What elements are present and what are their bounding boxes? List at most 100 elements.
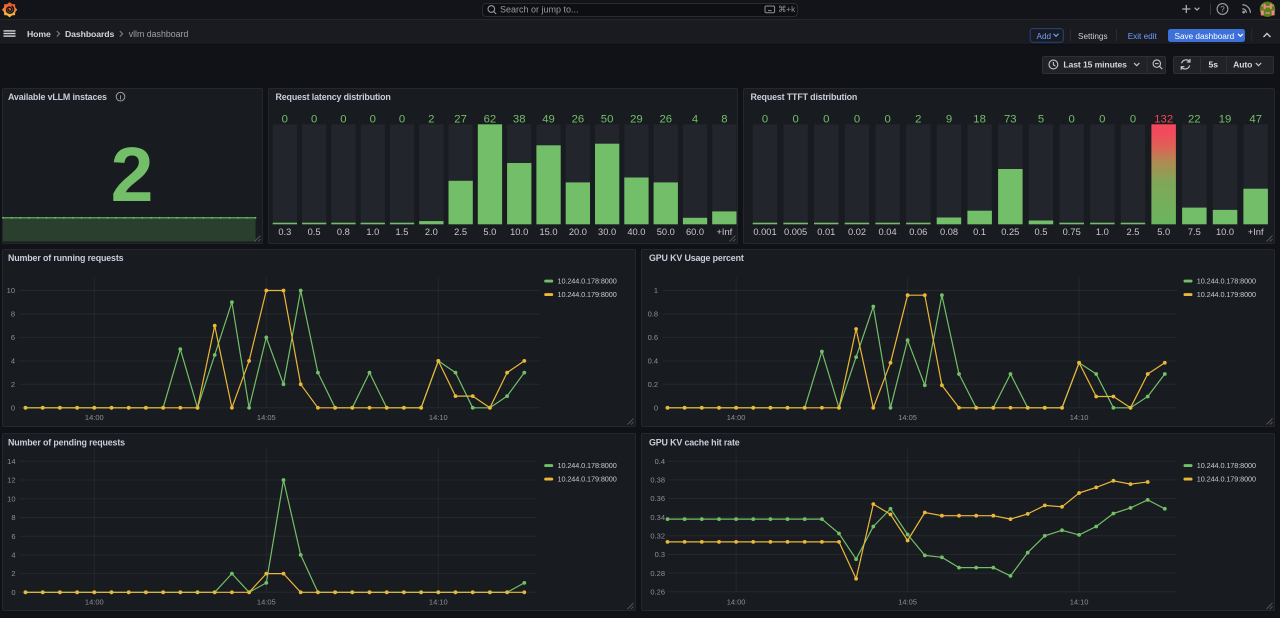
svg-text:47: 47 [1249, 114, 1262, 126]
svg-text:2.5: 2.5 [454, 227, 467, 237]
svg-text:Exit edit: Exit edit [1128, 32, 1158, 41]
svg-text:0.75: 0.75 [1063, 227, 1081, 237]
svg-text:19: 19 [1219, 114, 1232, 126]
svg-text:26: 26 [660, 114, 673, 126]
svg-text:Settings: Settings [1078, 32, 1108, 41]
svg-text:5s: 5s [1209, 60, 1219, 70]
svg-text:14:05: 14:05 [257, 413, 276, 422]
svg-text:8: 8 [11, 513, 15, 522]
svg-text:10.244.0.179:8000: 10.244.0.179:8000 [558, 475, 617, 484]
svg-text:0.001: 0.001 [753, 227, 776, 237]
svg-text:0.06: 0.06 [909, 227, 927, 237]
svg-text:10.244.0.178:8000: 10.244.0.178:8000 [1197, 277, 1256, 286]
svg-text:10: 10 [7, 494, 15, 503]
svg-text:62: 62 [484, 114, 497, 126]
svg-text:0: 0 [1069, 114, 1075, 126]
svg-text:Auto: Auto [1233, 60, 1252, 70]
svg-text:10.244.0.178:8000: 10.244.0.178:8000 [1197, 461, 1256, 470]
svg-text:14:00: 14:00 [727, 597, 746, 606]
svg-text:0.1: 0.1 [973, 227, 986, 237]
svg-text:0.3: 0.3 [278, 227, 291, 237]
svg-text:0.6: 0.6 [648, 333, 658, 342]
svg-text:0.2: 0.2 [648, 380, 658, 389]
svg-text:0.3: 0.3 [655, 550, 665, 559]
svg-text:27: 27 [454, 114, 467, 126]
svg-text:0.4: 0.4 [648, 357, 658, 366]
svg-text:8: 8 [721, 114, 727, 126]
svg-text:10: 10 [7, 286, 15, 295]
svg-text:2.5: 2.5 [1127, 227, 1140, 237]
svg-text:0: 0 [399, 114, 405, 126]
svg-text:0.32: 0.32 [650, 531, 665, 540]
svg-text:14:05: 14:05 [257, 597, 276, 606]
svg-text:14:05: 14:05 [898, 413, 917, 422]
svg-text:Request TTFT distribution: Request TTFT distribution [751, 92, 858, 102]
svg-text:10.0: 10.0 [1216, 227, 1234, 237]
svg-text:0.005: 0.005 [784, 227, 807, 237]
svg-text:+Inf: +Inf [1248, 227, 1264, 237]
svg-text:0: 0 [823, 114, 829, 126]
svg-text:14:00: 14:00 [85, 597, 104, 606]
svg-text:Number of running requests: Number of running requests [8, 253, 124, 263]
svg-text:0.04: 0.04 [879, 227, 897, 237]
svg-text:0.02: 0.02 [848, 227, 866, 237]
svg-text:4: 4 [692, 114, 698, 126]
svg-text:14:10: 14:10 [429, 413, 448, 422]
svg-text:Number of pending requests: Number of pending requests [8, 438, 125, 448]
svg-text:4: 4 [11, 551, 15, 560]
svg-text:9: 9 [946, 114, 952, 126]
svg-text:7.5: 7.5 [1188, 227, 1201, 237]
svg-text:60.0: 60.0 [686, 227, 704, 237]
svg-text:Add: Add [1037, 32, 1052, 41]
svg-text:?: ? [1220, 5, 1225, 14]
svg-text:6: 6 [11, 532, 15, 541]
svg-text:Last 15 minutes: Last 15 minutes [1063, 60, 1127, 70]
svg-text:18: 18 [973, 114, 986, 126]
svg-text:0.26: 0.26 [650, 587, 665, 596]
svg-text:10.244.0.179:8000: 10.244.0.179:8000 [1197, 290, 1256, 299]
svg-text:0.5: 0.5 [1035, 227, 1048, 237]
svg-text:6: 6 [11, 333, 15, 342]
svg-text:50.0: 50.0 [657, 227, 675, 237]
svg-text:10.244.0.179:8000: 10.244.0.179:8000 [1197, 475, 1256, 484]
svg-text:4: 4 [11, 357, 15, 366]
svg-text:0: 0 [884, 114, 890, 126]
svg-text:14:10: 14:10 [1070, 597, 1089, 606]
svg-text:0: 0 [654, 403, 658, 412]
svg-text:14:05: 14:05 [898, 597, 917, 606]
svg-text:Home: Home [27, 29, 51, 39]
svg-text:GPU KV Usage percent: GPU KV Usage percent [649, 253, 744, 263]
svg-text:0.8: 0.8 [337, 227, 350, 237]
svg-text:Request latency distribution: Request latency distribution [276, 92, 391, 102]
svg-text:0: 0 [1130, 114, 1136, 126]
svg-text:0: 0 [762, 114, 768, 126]
svg-text:50: 50 [601, 114, 614, 126]
svg-text:20.0: 20.0 [569, 227, 587, 237]
svg-text:+Inf: +Inf [717, 227, 733, 237]
svg-text:0: 0 [792, 114, 798, 126]
svg-text:29: 29 [630, 114, 643, 126]
svg-text:14: 14 [7, 457, 15, 466]
svg-text:0: 0 [854, 114, 860, 126]
svg-text:73: 73 [1004, 114, 1017, 126]
svg-text:1.0: 1.0 [366, 227, 379, 237]
svg-text:10.244.0.178:8000: 10.244.0.178:8000 [558, 277, 617, 286]
svg-text:Search or jump to...: Search or jump to... [500, 4, 579, 14]
svg-text:10.244.0.179:8000: 10.244.0.179:8000 [558, 290, 617, 299]
svg-text:0.08: 0.08 [940, 227, 958, 237]
svg-text:0: 0 [11, 588, 15, 597]
svg-text:0.5: 0.5 [308, 227, 321, 237]
svg-text:49: 49 [542, 114, 555, 126]
svg-text:2: 2 [111, 132, 154, 218]
svg-text:i: i [120, 95, 122, 102]
svg-text:26: 26 [572, 114, 585, 126]
svg-text:2.0: 2.0 [425, 227, 438, 237]
svg-text:2: 2 [428, 114, 434, 126]
svg-text:14:00: 14:00 [85, 413, 104, 422]
svg-text:14:00: 14:00 [727, 413, 746, 422]
svg-text:0.25: 0.25 [1001, 227, 1019, 237]
svg-text:12: 12 [7, 476, 15, 485]
svg-text:8: 8 [11, 310, 15, 319]
svg-text:0: 0 [11, 403, 15, 412]
svg-text:2: 2 [915, 114, 921, 126]
